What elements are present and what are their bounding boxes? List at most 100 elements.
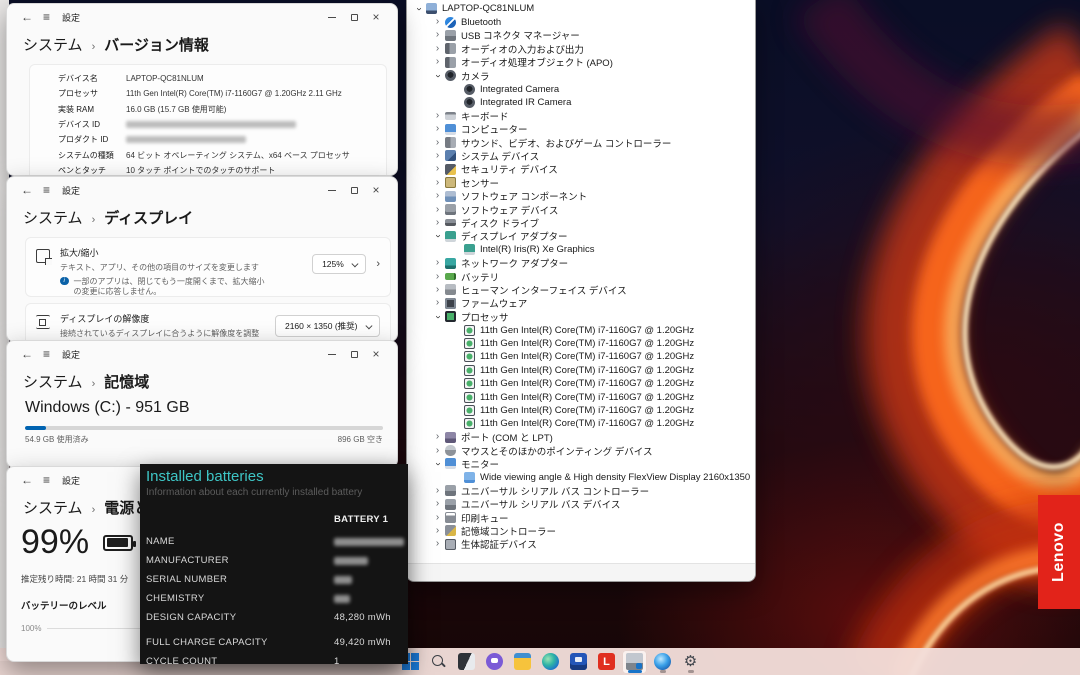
tree-item[interactable]: ›ポート (COM と LPT) — [407, 431, 755, 444]
tree-item[interactable]: ›印刷キュー — [407, 511, 755, 524]
expand-chevron-icon[interactable]: › — [432, 285, 443, 295]
tree-item[interactable]: ›システム デバイス — [407, 149, 755, 162]
close-button[interactable]: × — [365, 8, 387, 26]
breadcrumb-root[interactable]: システム — [23, 207, 83, 228]
tree-item[interactable]: Integrated IR Camera — [407, 96, 755, 109]
red-l-app-taskbar-button[interactable] — [594, 650, 619, 674]
tree-item[interactable]: Intel(R) Iris(R) Xe Graphics — [407, 243, 755, 256]
minimize-button[interactable] — [321, 181, 343, 199]
expand-chevron-icon[interactable]: › — [432, 218, 443, 228]
tree-item[interactable]: ›バッテリ — [407, 270, 755, 283]
expand-chevron-icon[interactable]: › — [432, 191, 443, 201]
expand-chevron-icon[interactable]: › — [432, 499, 443, 509]
expand-chevron-icon[interactable]: › — [432, 205, 443, 215]
tree-item[interactable]: ›ヒューマン インターフェイス デバイス — [407, 283, 755, 296]
menu-icon[interactable]: ≡ — [43, 473, 50, 487]
tree-item[interactable]: ›セキュリティ デバイス — [407, 163, 755, 176]
tree-item[interactable]: ›記憶域コントローラー — [407, 524, 755, 537]
back-icon[interactable]: ← — [21, 347, 33, 361]
tree-item[interactable]: ›Bluetooth — [407, 15, 755, 28]
back-icon[interactable]: ← — [21, 473, 33, 487]
tree-item[interactable]: ›ディスプレイ アダプター — [407, 230, 755, 243]
tree-item[interactable]: ›生体認証デバイス — [407, 538, 755, 551]
expand-chevron-icon[interactable]: › — [414, 3, 424, 14]
tree-item[interactable]: ›オーディオ処理オブジェクト (APO) — [407, 56, 755, 69]
expand-chevron-icon[interactable]: › — [432, 124, 443, 134]
desktop-app-taskbar-button[interactable] — [454, 650, 479, 674]
tree-item[interactable]: ›USB コネクタ マネージャー — [407, 29, 755, 42]
expand-chevron-icon[interactable]: › — [432, 298, 443, 308]
tree-item[interactable]: ›プロセッサ — [407, 310, 755, 323]
tree-item[interactable]: ›マウスとそのほかのポインティング デバイス — [407, 444, 755, 457]
tree-item[interactable]: Integrated Camera — [407, 82, 755, 95]
chat-app-taskbar-button[interactable] — [482, 650, 507, 674]
scale-setting-card[interactable]: 拡大/縮小 テキスト、アプリ、その他の項目のサイズを変更します i 一部のアプリ… — [25, 237, 391, 297]
expand-chevron-icon[interactable]: › — [433, 458, 443, 469]
close-button[interactable]: × — [365, 181, 387, 199]
maximize-button[interactable] — [343, 345, 365, 363]
tree-item[interactable]: Wide viewing angle & High density FlexVi… — [407, 471, 755, 484]
blue-app-taskbar-button[interactable] — [566, 650, 591, 674]
tree-item[interactable]: 11th Gen Intel(R) Core(TM) i7-1160G7 @ 1… — [407, 350, 755, 363]
tree-item[interactable]: ›サウンド、ビデオ、およびゲーム コントローラー — [407, 136, 755, 149]
settings-gear-taskbar-button[interactable] — [678, 650, 703, 674]
breadcrumb-root[interactable]: システム — [23, 371, 83, 392]
chevron-right-icon[interactable]: › — [376, 258, 380, 270]
tree-item[interactable]: ›カメラ — [407, 69, 755, 82]
menu-icon[interactable]: ≡ — [43, 10, 50, 24]
expand-chevron-icon[interactable]: › — [432, 178, 443, 188]
menu-icon[interactable]: ≡ — [43, 183, 50, 197]
tree-item[interactable]: 11th Gen Intel(R) Core(TM) i7-1160G7 @ 1… — [407, 323, 755, 336]
expand-chevron-icon[interactable]: › — [433, 311, 443, 322]
expand-chevron-icon[interactable]: › — [432, 486, 443, 496]
menu-icon[interactable]: ≡ — [43, 347, 50, 361]
expand-chevron-icon[interactable]: › — [432, 513, 443, 523]
expand-chevron-icon[interactable]: › — [432, 164, 443, 174]
globe-app-taskbar-button[interactable] — [650, 650, 675, 674]
breadcrumb-root[interactable]: システム — [23, 34, 83, 55]
tree-item[interactable]: ›ユニバーサル シリアル バス コントローラー — [407, 484, 755, 497]
maximize-button[interactable] — [343, 8, 365, 26]
tree-item[interactable]: ›モニター — [407, 457, 755, 470]
tree-item[interactable]: 11th Gen Intel(R) Core(TM) i7-1160G7 @ 1… — [407, 390, 755, 403]
expand-chevron-icon[interactable]: › — [432, 258, 443, 268]
expand-chevron-icon[interactable]: › — [432, 57, 443, 67]
maximize-button[interactable] — [343, 181, 365, 199]
resolution-dropdown[interactable]: 2160 × 1350 (推奨) — [275, 315, 380, 337]
expand-chevron-icon[interactable]: › — [432, 44, 443, 54]
back-icon[interactable]: ← — [21, 183, 33, 197]
expand-chevron-icon[interactable]: › — [432, 30, 443, 40]
tree-item[interactable]: ›センサー — [407, 176, 755, 189]
expand-chevron-icon[interactable]: › — [432, 432, 443, 442]
close-button[interactable]: × — [365, 345, 387, 363]
expand-chevron-icon[interactable]: › — [432, 151, 443, 161]
tree-item[interactable]: ›ソフトウェア コンポーネント — [407, 189, 755, 202]
resolution-setting-card[interactable]: ディスプレイの解像度 接続されているディスプレイに合うように解像度を調整する 2… — [25, 303, 391, 342]
tree-item[interactable]: 11th Gen Intel(R) Core(TM) i7-1160G7 @ 1… — [407, 337, 755, 350]
tree-item[interactable]: ›ソフトウェア デバイス — [407, 203, 755, 216]
tree-item[interactable]: ›コンピューター — [407, 123, 755, 136]
tree-item[interactable]: ›ユニバーサル シリアル バス デバイス — [407, 497, 755, 510]
expand-chevron-icon[interactable]: › — [433, 231, 443, 242]
search-taskbar-button[interactable] — [426, 650, 451, 674]
minimize-button[interactable] — [321, 8, 343, 26]
expand-chevron-icon[interactable]: › — [432, 138, 443, 148]
tree-item[interactable]: 11th Gen Intel(R) Core(TM) i7-1160G7 @ 1… — [407, 417, 755, 430]
tree-item[interactable]: ›ネットワーク アダプター — [407, 256, 755, 269]
scale-dropdown[interactable]: 125% — [312, 254, 366, 274]
expand-chevron-icon[interactable]: › — [432, 272, 443, 282]
tree-item[interactable]: ›オーディオの入力および出力 — [407, 42, 755, 55]
back-icon[interactable]: ← — [21, 10, 33, 24]
file-explorer-taskbar-button[interactable] — [510, 650, 535, 674]
tree-item[interactable]: 11th Gen Intel(R) Core(TM) i7-1160G7 @ 1… — [407, 377, 755, 390]
expand-chevron-icon[interactable]: › — [432, 539, 443, 549]
tree-item[interactable]: ›ファームウェア — [407, 297, 755, 310]
expand-chevron-icon[interactable]: › — [432, 526, 443, 536]
expand-chevron-icon[interactable]: › — [432, 446, 443, 456]
expand-chevron-icon[interactable]: › — [433, 70, 443, 81]
tree-item[interactable]: 11th Gen Intel(R) Core(TM) i7-1160G7 @ 1… — [407, 404, 755, 417]
tree-item[interactable]: 11th Gen Intel(R) Core(TM) i7-1160G7 @ 1… — [407, 364, 755, 377]
minimize-button[interactable] — [321, 345, 343, 363]
expand-chevron-icon[interactable]: › — [432, 111, 443, 121]
tree-item[interactable]: ›ディスク ドライブ — [407, 216, 755, 229]
